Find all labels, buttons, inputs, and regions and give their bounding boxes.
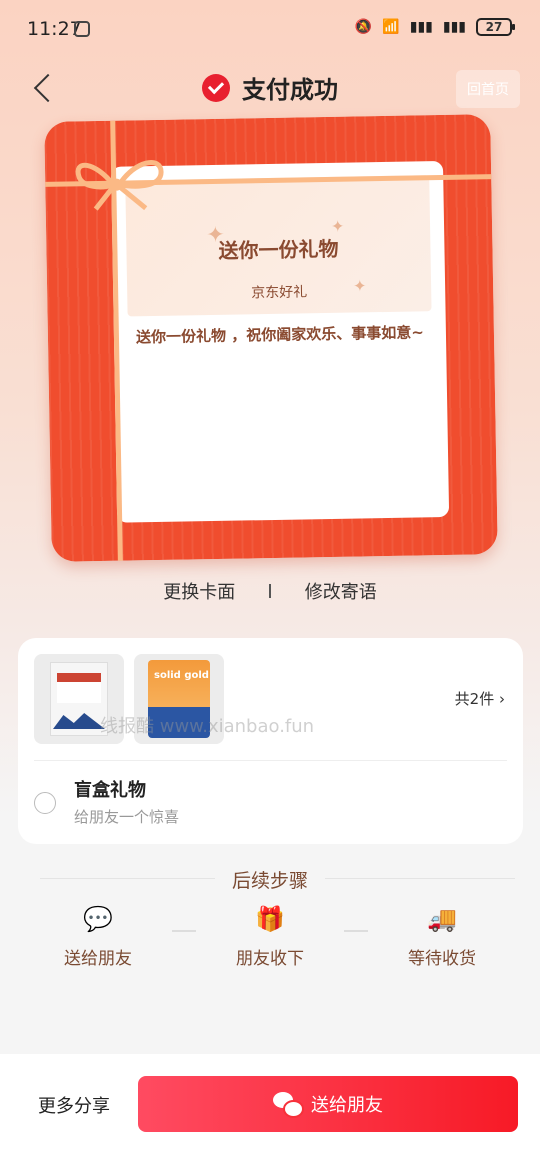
- truck-icon: 🚚: [427, 905, 457, 933]
- wifi-icon: 📶: [382, 19, 400, 35]
- signal-icon-2: ▮▮▮: [442, 19, 466, 35]
- change-cover-button[interactable]: 更换卡面: [163, 578, 235, 604]
- chevron-right-icon: ›: [499, 690, 505, 708]
- divider: [34, 760, 507, 761]
- step-wait: 🚚 等待收货: [377, 904, 507, 969]
- gift-icon: 🎁: [255, 905, 285, 933]
- check-icon: [202, 73, 230, 102]
- more-share-button[interactable]: 更多分享: [38, 1092, 110, 1118]
- status-bar: 11:27 🔕 📶 ▮▮▮ ▮▮▮ 27: [0, 0, 540, 60]
- card-actions: 更换卡面 修改寄语: [0, 578, 540, 604]
- step-label: 等待收货: [408, 949, 476, 969]
- arrow-icon: [172, 930, 196, 932]
- mute-icon: 🔕: [354, 19, 373, 35]
- page-title: 支付成功: [242, 76, 338, 104]
- gift-card-message: 送你一份礼物 ，祝你阖家欢乐、事事如意~: [135, 323, 424, 347]
- watermark: 线报酷 www.xianbao.fun: [100, 716, 315, 737]
- arrow-icon: [344, 930, 368, 932]
- steps-heading: 后续步骤: [231, 870, 308, 892]
- blind-box-radio[interactable]: [34, 792, 56, 814]
- wechat-icon: [273, 1092, 304, 1118]
- wechat-icon: 💬: [83, 905, 113, 933]
- product-panel: solid gold 共2件 › 盲盒礼物 给朋友一个惊喜: [18, 638, 523, 844]
- edit-message-button[interactable]: 修改寄语: [305, 578, 377, 604]
- home-button[interactable]: 回首页: [456, 70, 520, 108]
- send-button-label: 送给朋友: [311, 1095, 383, 1116]
- divider: [269, 584, 271, 598]
- gift-card: ✦ ✦ ✦ 送你一份礼物 京东好礼 送你一份礼物 ，祝你阖家欢乐、事事如意~: [44, 114, 498, 562]
- step-receive: 🎁 朋友收下: [205, 904, 335, 969]
- step-send: 💬 送给朋友: [33, 904, 163, 969]
- battery-icon: 27: [476, 18, 515, 36]
- gift-card-inner: ✦ ✦ ✦ 送你一份礼物 京东好礼 送你一份礼物 ，祝你阖家欢乐、事事如意~: [110, 160, 450, 523]
- cat-food-brand: solid gold: [154, 670, 209, 681]
- gift-card-title: 送你一份礼物: [218, 236, 339, 263]
- bottom-bar: 更多分享 送给朋友: [0, 1054, 540, 1165]
- send-to-friend-button[interactable]: 送给朋友: [138, 1076, 518, 1132]
- app-notification-icon: [74, 21, 90, 37]
- signal-icon: ▮▮▮: [409, 19, 433, 35]
- bow-icon: [75, 160, 164, 211]
- product-total-link[interactable]: 共2件 ›: [455, 688, 505, 709]
- blind-box-title: 盲盒礼物: [74, 780, 146, 801]
- status-indicators: 🔕 📶 ▮▮▮ ▮▮▮ 27: [354, 18, 515, 36]
- product-total: 共2件: [454, 690, 495, 708]
- step-label: 朋友收下: [236, 949, 304, 969]
- step-label: 送给朋友: [64, 949, 132, 969]
- blind-box-subtitle: 给朋友一个惊喜: [74, 808, 180, 826]
